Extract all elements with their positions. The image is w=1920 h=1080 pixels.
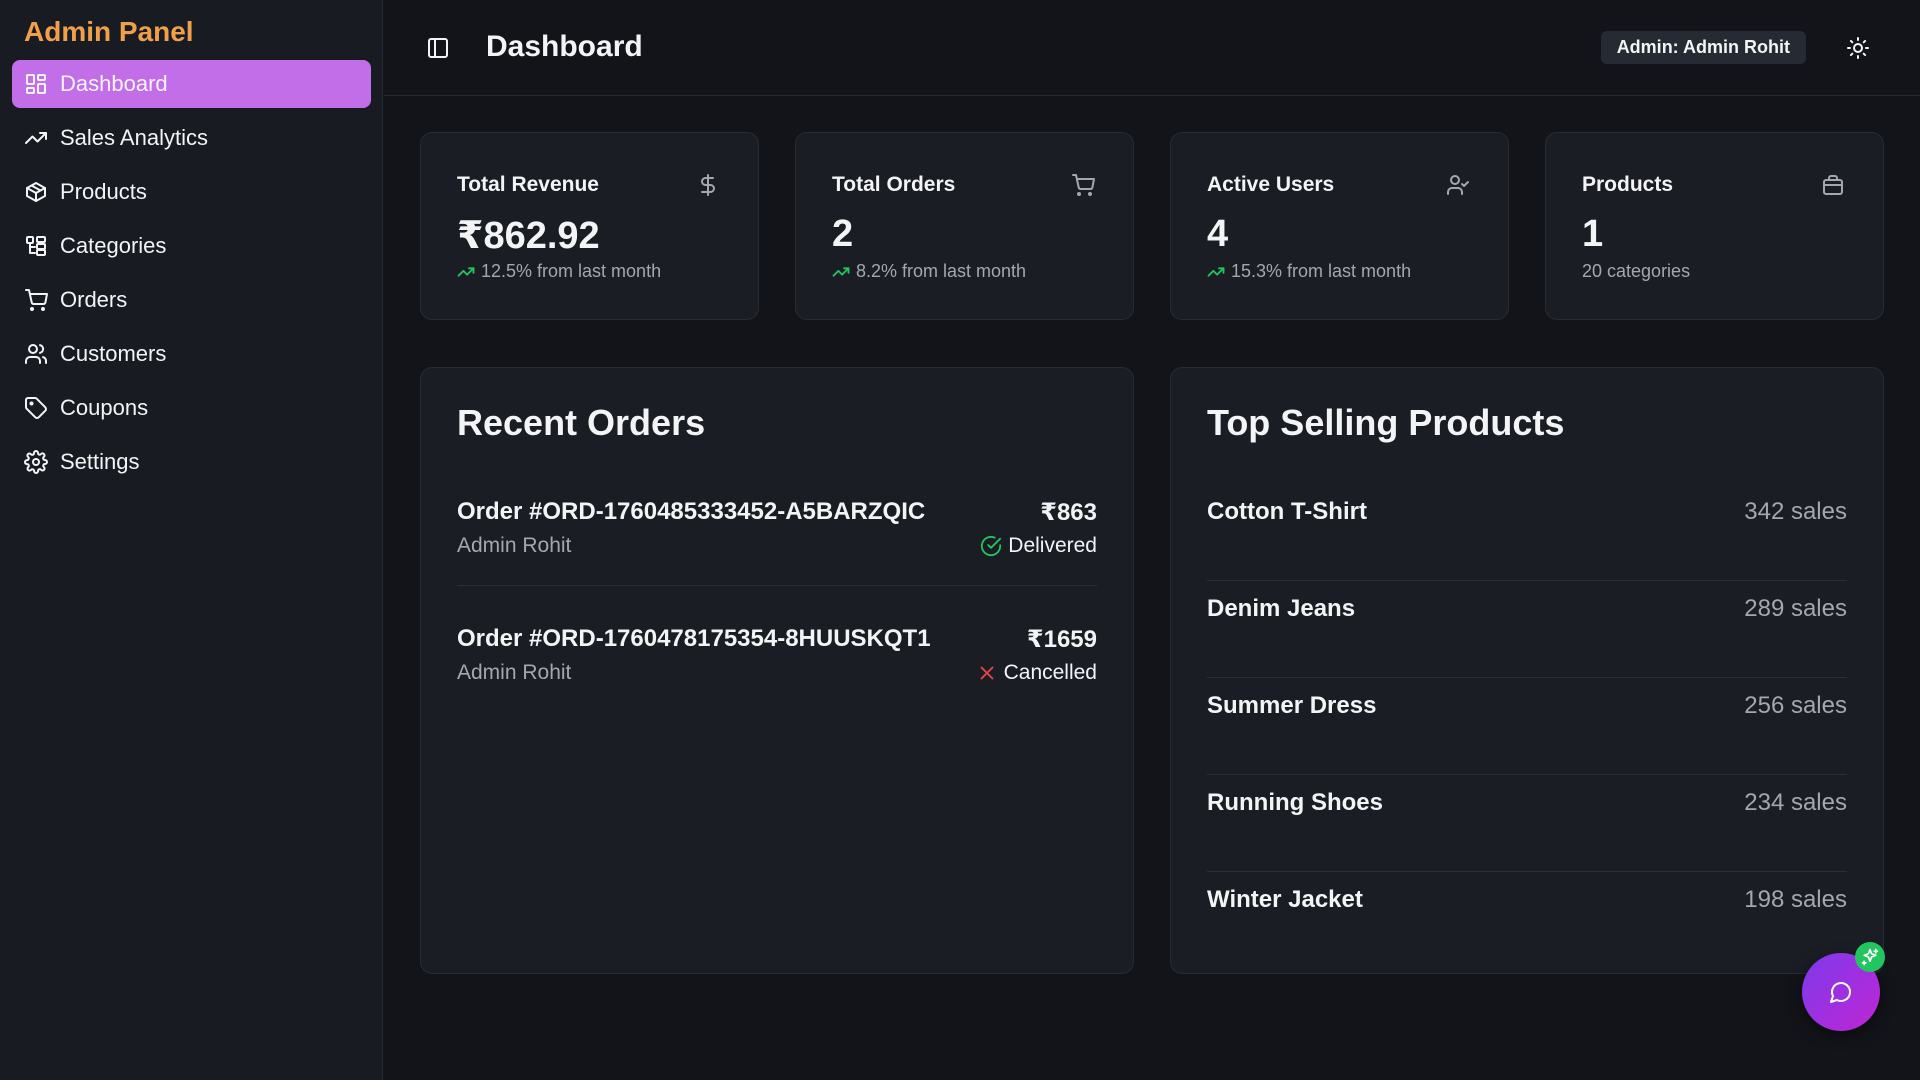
product-name: Denim Jeans [1207,595,1356,622]
stat-value: 4 [1207,213,1229,255]
stat-label: Total Orders [832,173,956,196]
recent-orders-panel: Recent Orders Order #ORD-1760485333452-A… [420,367,1134,974]
order-id: Order #ORD-1760485333452-A5BARZQIC [457,498,926,525]
top-products-panel: Top Selling Products Cotton T-Shirt 342 … [1170,367,1884,974]
stat-value: 1 [1582,213,1604,255]
product-row: Denim Jeans 289 sales [1207,581,1847,678]
trend-up-icon [832,263,850,281]
order-amount: ₹1659 [1026,626,1097,653]
sidebar-item-categories[interactable]: Categories [12,222,371,270]
order-row[interactable]: Order #ORD-1760478175354-8HUUSKQT1 Admin… [457,625,1097,713]
stat-subtext-label: 20 categories [1582,261,1691,281]
order-row[interactable]: Order #ORD-1760485333452-A5BARZQIC Admin… [457,498,1097,586]
product-row: Cotton T-Shirt 342 sales [1207,484,1847,581]
chat-icon [1829,980,1853,1004]
stat-label: Products [1582,173,1674,196]
top-products-title: Top Selling Products [1207,402,1565,443]
stat-label: Active Users [1207,173,1335,196]
stat-card-products: Products 1 20 categories [1545,132,1884,320]
user-check-icon [1446,173,1470,197]
product-sales: 234 sales [1744,789,1847,816]
product-name: Cotton T-Shirt [1207,498,1367,525]
sidebar-item-label: Sales Analytics [60,125,208,150]
sun-icon[interactable] [1846,36,1870,60]
product-sales: 198 sales [1744,886,1847,913]
sidebar-nav: Dashboard Sales Analytics Products Categ… [12,60,371,492]
trend-up-icon [1207,263,1225,281]
panel-left-icon[interactable] [426,36,450,60]
order-amount: ₹863 [1040,499,1097,526]
page-title: Dashboard [486,30,643,63]
recent-orders-title: Recent Orders [457,402,706,443]
categories-icon [24,234,48,258]
sidebar-item-label: Settings [60,449,140,474]
trending-up-icon [24,126,48,150]
stat-subtext: 8.2% from last month [832,261,1026,282]
brand-title: Admin Panel [24,16,194,47]
stat-subtext-label: 15.3% from last month [1231,261,1412,281]
stat-value: ₹862.92 [457,215,600,257]
order-status-label: Cancelled [1003,661,1097,684]
sidebar: Admin Panel Dashboard Sales Analytics Pr… [0,0,383,1080]
trend-up-icon [457,263,475,281]
sidebar-item-customers[interactable]: Customers [12,330,371,378]
stat-subtext: 15.3% from last month [1207,261,1411,282]
dollar-icon [696,173,720,197]
stat-subtext: 12.5% from last month [457,261,661,282]
stat-value: 2 [832,213,854,255]
order-status: Cancelled [976,661,1097,685]
sidebar-item-label: Customers [60,341,167,366]
product-sales: 256 sales [1744,692,1847,719]
order-id: Order #ORD-1760478175354-8HUUSKQT1 [457,625,931,652]
check-circle-icon [980,535,1008,557]
cart-icon [1071,173,1095,197]
x-icon [976,662,1004,684]
sparkle-badge [1855,942,1885,972]
sidebar-item-label: Categories [60,233,167,258]
package-box-icon [1821,173,1845,197]
sidebar-item-products[interactable]: Products [12,168,371,216]
dashboard-icon [24,72,48,96]
product-sales: 342 sales [1744,498,1847,525]
sidebar-item-sales-analytics[interactable]: Sales Analytics [12,114,371,162]
stat-subtext-label: 8.2% from last month [856,261,1027,281]
package-icon [24,180,48,204]
gear-icon [24,450,48,474]
stat-subtext-label: 12.5% from last month [481,261,662,281]
sidebar-item-label: Products [60,179,147,204]
sidebar-item-label: Coupons [60,395,149,420]
sidebar-item-coupons[interactable]: Coupons [12,384,371,432]
top-header: Dashboard Admin: Admin Rohit [384,0,1920,96]
sidebar-item-dashboard[interactable]: Dashboard [12,60,371,108]
stat-label: Total Revenue [457,173,599,196]
order-status-label: Delivered [1008,534,1097,557]
stat-card-active-users: Active Users 4 15.3% from last month [1170,132,1509,320]
product-name: Summer Dress [1207,692,1377,719]
stat-subtext: 20 categories [1582,261,1690,282]
admin-badge: Admin: Admin Rohit [1600,31,1806,64]
order-customer: Admin Rohit [457,534,572,557]
stat-card-total-orders: Total Orders 2 8.2% from last month [795,132,1134,320]
product-name: Running Shoes [1207,789,1383,816]
product-name: Winter Jacket [1207,886,1363,913]
order-status: Delivered [980,534,1097,558]
cart-icon [24,288,48,312]
users-icon [24,342,48,366]
order-customer: Admin Rohit [457,661,572,684]
sidebar-item-orders[interactable]: Orders [12,276,371,324]
sidebar-item-label: Dashboard [60,71,168,96]
product-row: Running Shoes 234 sales [1207,775,1847,872]
stat-card-total-revenue: Total Revenue ₹862.92 12.5% from last mo… [420,132,759,320]
divider [457,585,1097,586]
product-row: Winter Jacket 198 sales [1207,872,1847,969]
product-sales: 289 sales [1744,595,1847,622]
sidebar-item-label: Orders [60,287,128,312]
tag-icon [24,396,48,420]
product-row: Summer Dress 256 sales [1207,678,1847,775]
sidebar-item-settings[interactable]: Settings [12,438,371,486]
